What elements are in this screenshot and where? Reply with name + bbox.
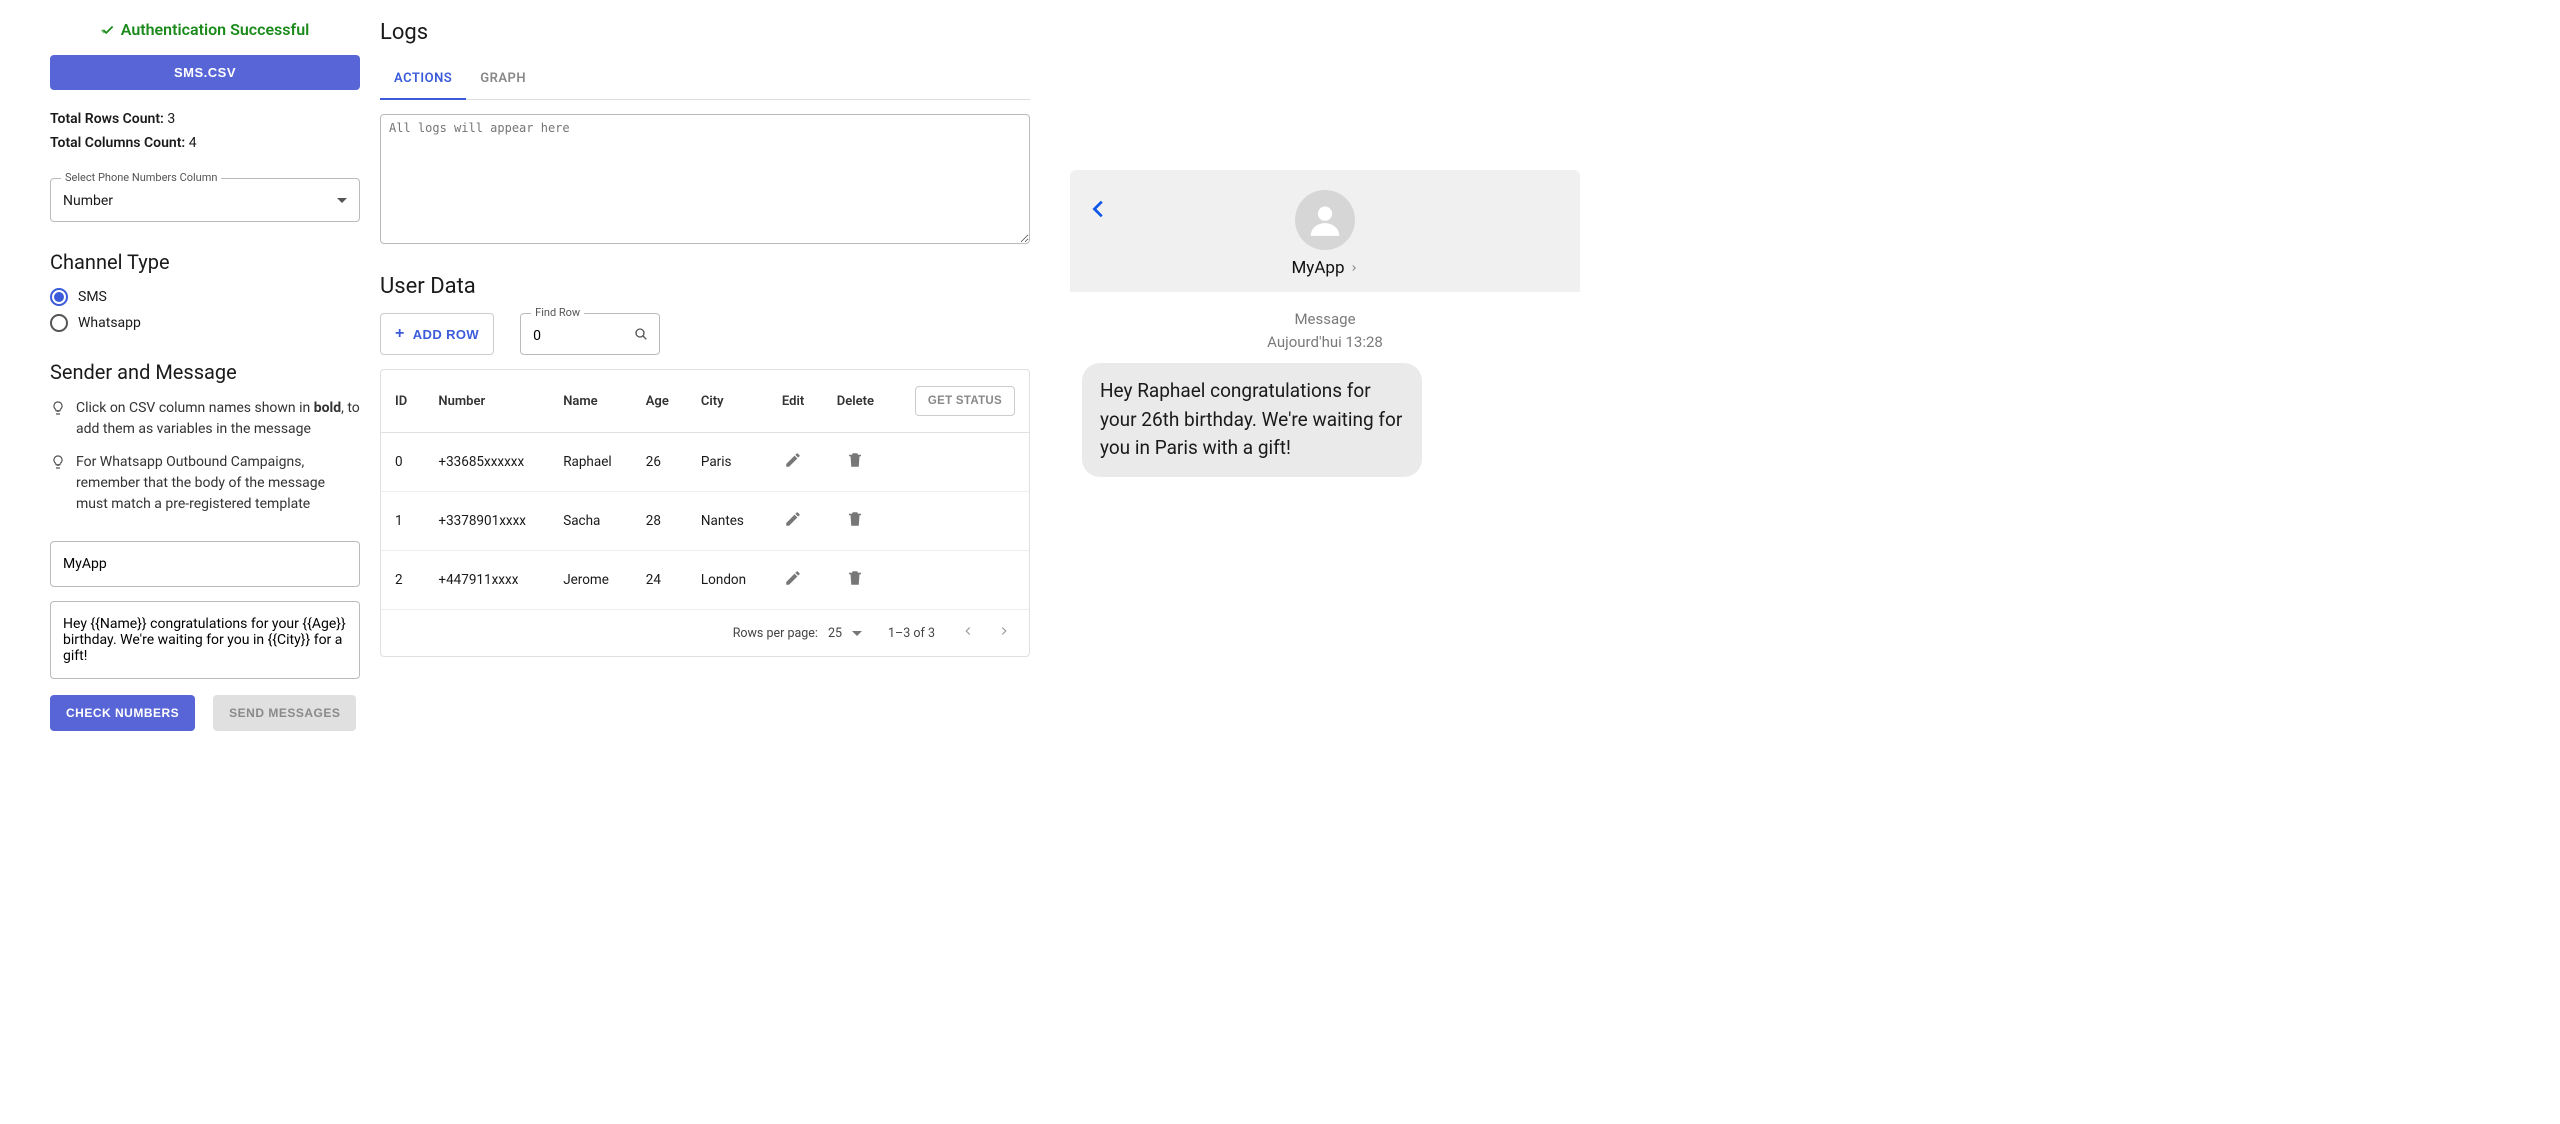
plus-icon: +: [395, 330, 405, 338]
person-icon: [1306, 201, 1344, 239]
add-row-button[interactable]: + ADD ROW: [380, 313, 494, 355]
lightbulb-icon: [50, 400, 66, 416]
meta-title: Message: [1070, 308, 1580, 331]
tab-graph[interactable]: GRAPH: [466, 59, 540, 99]
cell-age: 26: [632, 433, 687, 492]
cell-number: +447911xxxx: [424, 551, 549, 610]
find-row-field[interactable]: Find Row: [520, 313, 660, 355]
delete-row-button[interactable]: [846, 457, 864, 473]
range-label: 1–3 of 3: [888, 626, 935, 641]
cell-age: 28: [632, 492, 687, 551]
col-delete: Delete: [820, 370, 890, 433]
table-row: 1+3378901xxxxSacha28Nantes: [381, 492, 1029, 551]
user-data-heading: User Data: [380, 274, 1030, 299]
counts-block: Total Rows Count: 3 Total Columns Count:…: [50, 108, 360, 156]
chevron-down-icon: [852, 631, 862, 636]
avatar: [1295, 190, 1355, 250]
check-numbers-button[interactable]: CHECK NUMBERS: [50, 695, 195, 731]
message-template-input[interactable]: Hey {{Name}} congratulations for your {{…: [50, 601, 360, 679]
next-page-button[interactable]: [997, 624, 1011, 642]
cell-age: 24: [632, 551, 687, 610]
prev-page-button[interactable]: [961, 624, 975, 642]
send-messages-button: SEND MESSAGES: [213, 695, 356, 731]
tip-whatsapp: For Whatsapp Outbound Campaigns, remembe…: [50, 452, 360, 515]
meta-subtitle: Aujourd'hui 13:28: [1070, 331, 1580, 354]
edit-row-button[interactable]: [784, 575, 802, 591]
cell-number: +33685xxxxxx: [424, 433, 549, 492]
tip-variables: Click on CSV column names shown in bold,…: [50, 398, 360, 440]
cell-name: Jerome: [549, 551, 632, 610]
cell-id: 0: [381, 433, 424, 492]
channel-sms-label: SMS: [78, 289, 107, 305]
logs-heading: Logs: [380, 20, 1030, 45]
message-bubble: Hey Raphael congratulations for your 26t…: [1082, 363, 1422, 477]
cell-id: 2: [381, 551, 424, 610]
channel-whatsapp-radio[interactable]: Whatsapp: [50, 314, 360, 332]
delete-row-button[interactable]: [846, 575, 864, 591]
cell-id: 1: [381, 492, 424, 551]
cell-name: Sacha: [549, 492, 632, 551]
sender-name-input[interactable]: [50, 541, 360, 587]
csv-file-button[interactable]: SMS.CSV: [50, 55, 360, 90]
radio-icon: [50, 288, 68, 306]
phone-column-select[interactable]: Select Phone Numbers Column Number: [50, 178, 360, 222]
rows-count-value: 3: [167, 111, 175, 127]
tab-actions[interactable]: ACTIONS: [380, 59, 466, 100]
rpp-value: 25: [828, 626, 842, 641]
delete-row-button[interactable]: [846, 516, 864, 532]
col-name: Name: [549, 370, 632, 433]
edit-row-button[interactable]: [784, 516, 802, 532]
phone-column-legend: Select Phone Numbers Column: [61, 171, 221, 184]
auth-status-text: Authentication Successful: [121, 20, 310, 39]
user-data-table: ID Number Name Age City Edit Delete GET …: [381, 370, 1029, 610]
col-number: Number: [424, 370, 549, 433]
cell-city: Nantes: [687, 492, 766, 551]
check-icon: [101, 23, 115, 37]
rpp-label: Rows per page:: [733, 626, 818, 641]
channel-type-heading: Channel Type: [50, 250, 360, 274]
add-row-label: ADD ROW: [413, 327, 479, 342]
rows-per-page[interactable]: Rows per page: 25: [733, 626, 862, 641]
message-preview: MyApp Message Aujourd'hui 13:28 Hey Raph…: [1070, 170, 1580, 477]
sender-heading: Sender and Message: [50, 360, 360, 384]
cell-number: +3378901xxxx: [424, 492, 549, 551]
cols-count-value: 4: [189, 135, 197, 151]
cols-count-label: Total Columns Count:: [50, 135, 185, 151]
lightbulb-icon: [50, 454, 66, 470]
find-row-legend: Find Row: [531, 306, 584, 319]
preview-sender-name: MyApp: [1291, 258, 1344, 278]
back-button[interactable]: [1088, 198, 1110, 224]
col-age: Age: [632, 370, 687, 433]
auth-status: Authentication Successful: [50, 20, 360, 39]
channel-sms-radio[interactable]: SMS: [50, 288, 360, 306]
logs-tabs: ACTIONS GRAPH: [380, 59, 1030, 100]
cell-city: Paris: [687, 433, 766, 492]
radio-icon: [50, 314, 68, 332]
chevron-right-icon: [1349, 263, 1359, 273]
edit-row-button[interactable]: [784, 457, 802, 473]
col-id: ID: [381, 370, 424, 433]
message-meta: Message Aujourd'hui 13:28: [1070, 308, 1580, 353]
phone-column-value: Number: [63, 193, 113, 209]
cell-city: London: [687, 551, 766, 610]
channel-whatsapp-label: Whatsapp: [78, 315, 141, 331]
col-edit: Edit: [766, 370, 820, 433]
get-status-button[interactable]: GET STATUS: [915, 386, 1015, 416]
cell-name: Raphael: [549, 433, 632, 492]
search-icon[interactable]: [633, 326, 649, 342]
chevron-left-icon: [1088, 198, 1110, 220]
find-row-input[interactable]: [533, 328, 593, 344]
table-row: 0+33685xxxxxxRaphael26Paris: [381, 433, 1029, 492]
table-row: 2+447911xxxxJerome24London: [381, 551, 1029, 610]
chevron-down-icon: [337, 198, 347, 203]
rows-count-label: Total Rows Count:: [50, 111, 164, 127]
col-city: City: [687, 370, 766, 433]
logs-textarea[interactable]: [380, 114, 1030, 244]
